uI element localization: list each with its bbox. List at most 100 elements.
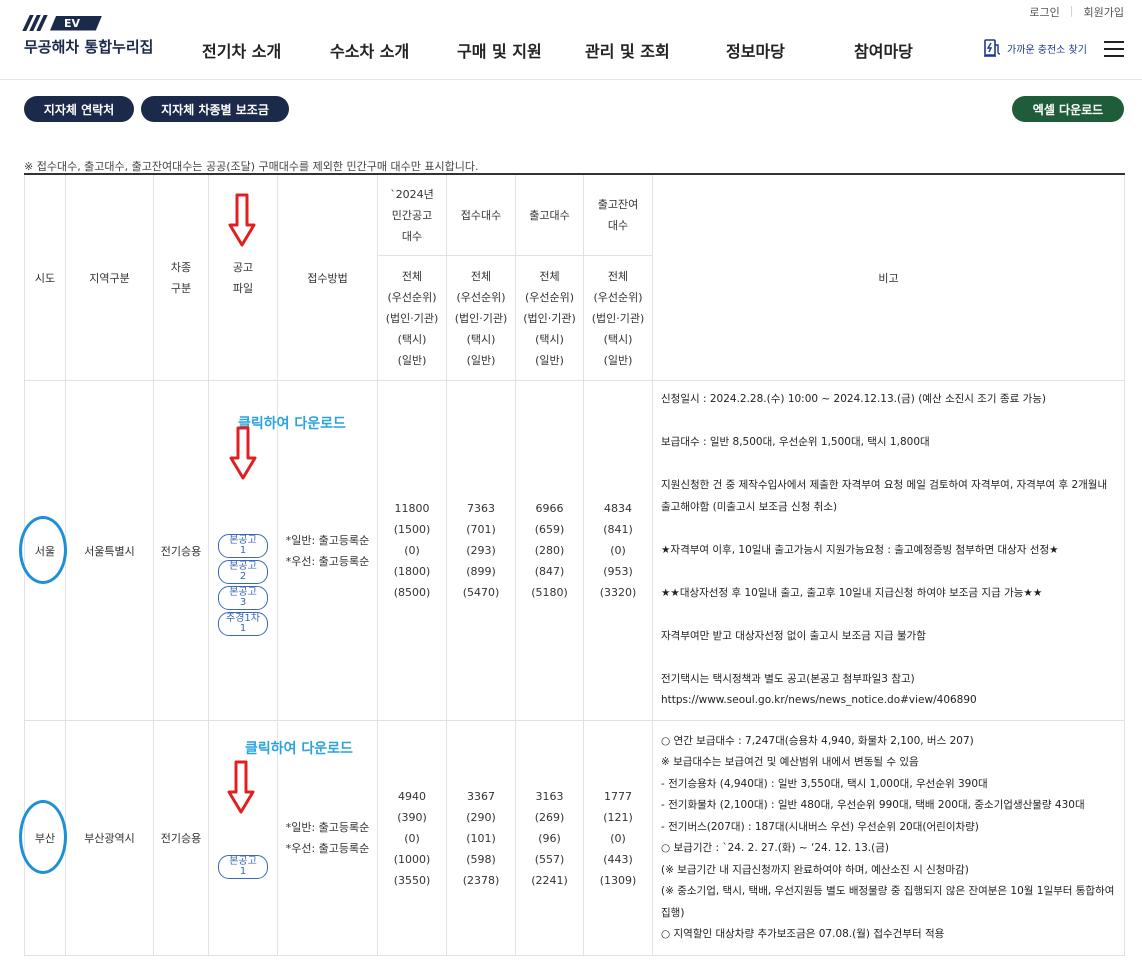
subheader-line: (일반) [397,353,427,367]
notice-file-link[interactable]: 본공고 3 [218,585,268,610]
red-arrow-down-icon [228,193,256,247]
subheader-line: 전체 [401,269,423,283]
subheader-breakdown: 전체 (우선순위) (법인·기관) (택시) (일반) [446,255,516,381]
subheader-line: (일반) [466,353,496,367]
remark-line: (※ 보급기간 내 지급신청까지 완료하여야 하며, 예산소진 시 신청마감) [661,863,969,876]
cell-region: 서울특별시 [65,380,154,721]
remark-line: ★자격부여 이후, 10일내 출고가능시 지원가능요청 : 출고예정증빙 첨부하… [661,543,1059,556]
remark-line: 지원신청한 건 중 제작수입사에서 제출한 자격부여 요청 메일 검토하여 자격… [661,479,1108,492]
notice-file-link[interactable]: 본공고 1 [218,533,268,558]
remark-line: ○ 연간 보급대수 : 7,247대(승용차 4,940, 화물차 2,100,… [661,734,974,747]
subheader-line: (법인·기관) [523,311,576,325]
header-sido: 시도 [24,173,66,381]
subheader-line: (택시) [535,332,564,346]
nav-hydrogen-intro[interactable]: 수소차 소개 [330,38,409,62]
excel-download-button[interactable]: 엑셀 다운로드 [1012,96,1124,122]
subsidy-by-car-button[interactable]: 지자체 차종별 보조금 [141,96,289,122]
cell-released: 6966 (659) (280) (847) (5180) [515,380,584,721]
remark-line: 신청일시 : 2024.2.28.(수) 10:00 ~ 2024.12.13.… [661,393,1047,406]
subsidy-table: 시도 지역구분 차종 구분 공고 파일 접수방법 `2024년 민간공고 대수 접수대수… [24,173,1125,956]
cell-received: 7363 (701) (293) (899) (5470) [446,380,516,721]
subheader-line: (법인·기관) [454,311,508,325]
header-announce: `2024년 민간공고 대수 [377,173,447,256]
divider: | [1069,4,1074,17]
remark-line [661,518,1116,540]
subheader-line: (일반) [535,353,564,367]
subheader-breakdown: 전체 (우선순위) (법인·기관) (택시) (일반) [377,255,447,381]
charging-station-icon [984,39,1001,57]
remark-line: 자격부여만 받고 대상자선정 없이 출고시 보조금 지급 불가함 [661,629,926,642]
cell-region: 부산광역시 [65,720,154,956]
highlight-circle [19,800,67,874]
remark-line: https://www.seoul.go.kr/news/news_notice… [661,694,977,707]
subheader-line: (우선순위) [456,290,506,304]
table-row: 서울 서울특별시 전기승용 본공고 1 본공고 2 본공고 3 추경1차 1 *일반: … [24,380,1125,721]
login-link[interactable]: 로그인 [1029,4,1059,20]
notice-file-link[interactable]: 본공고 2 [218,559,268,584]
contact-button[interactable]: 지자체 연락처 [24,96,134,122]
subheader-line: (우선순위) [387,290,437,304]
site-logo[interactable]: EV 무공해차 통합누리집 [22,14,154,57]
utility-links: 로그인 | 회원가입 [1029,4,1124,20]
cell-remarks: 신청일시 : 2024.2.28.(수) 10:00 ~ 2024.12.13.… [652,380,1125,721]
remark-line: 집행) [661,906,685,919]
cell-car-type: 전기승용 [153,720,209,956]
remark-line [661,561,1116,583]
cell-announce: 4940 (390) (0) (1000) (3550) [377,720,447,956]
remark-line: - 전기화물차 (2,100대) : 일반 480대, 우선순위 990대, 택… [661,799,1085,811]
nav-participate[interactable]: 참여마당 [854,38,913,62]
remark-line: ★★대상자선정 후 10일내 출고, 출고후 10일내 지급신청 하여야 보조금… [661,586,1043,599]
menu-icon[interactable] [1104,41,1124,57]
remark-line: 출고해야함 (미출고시 보조금 신청 취소) [661,500,838,513]
subheader-line: (법인·기관) [591,311,645,325]
subheader-line: 전체 [470,269,492,283]
cell-remaining: 1777 (121) (0) (443) (1309) [583,720,653,956]
download-hint: 클릭하여 다운로드 [245,741,353,757]
subheader-line: 전체 [539,269,560,283]
nav-manage-lookup[interactable]: 관리 및 조회 [585,38,670,62]
remark-line: ※ 보급대수는 보급여건 및 예산범위 내에서 변동될 수 있음 [661,756,919,768]
remark-line: - 전기승용차 (4,940대) : 일반 3,550대, 택시 1,000대,… [661,777,988,790]
header-car-type: 차종 구분 [153,173,209,381]
red-arrow-down-icon [229,426,257,480]
subheader-line: (택시) [397,332,427,346]
header-received: 접수대수 [446,173,516,256]
signup-link[interactable]: 회원가입 [1084,4,1124,20]
ev-badge: EV [22,14,153,32]
header-remaining: 출고잔여 대수 [583,173,653,256]
subheader-line: (우선순위) [524,290,575,304]
cell-released: 3163 (269) (96) (557) (2241) [515,720,584,956]
remark-line [661,604,1116,626]
header-method: 접수방법 [277,173,378,381]
charger-label: 가까운 충전소 찾기 [1007,44,1087,56]
cell-announce: 11800 (1500) (0) (1800) (8500) [377,380,447,721]
table-row: 부산 부산광역시 전기승용 본공고 1 *일반: 출고등록순 *우선: 출고등록순 … [24,720,1125,956]
notice-file-link[interactable]: 본공고 1 [218,855,268,879]
remark-line: ○ 보급기간 : `24. 2. 27.(화) ~ ‘24. 12. 13.(금… [661,842,889,854]
ev-label: EV [50,15,103,31]
nav-info[interactable]: 정보마당 [726,38,785,62]
remark-line [661,647,1116,669]
subheader-line: (일반) [603,353,633,367]
cell-received: 3367 (290) (101) (598) (2378) [446,720,516,956]
cell-remaining: 4834 (841) (0) (953) (3320) [583,380,653,721]
header-remarks: 비고 [652,173,1125,381]
nav-purchase-support[interactable]: 구매 및 지원 [457,38,542,62]
header-divider [0,79,1142,80]
header-region: 지역구분 [65,173,154,381]
remark-line [661,411,1116,433]
cell-remarks: ○ 연간 보급대수 : 7,247대(승용차 4,940, 화물차 2,100,… [652,720,1125,956]
nav-ev-intro[interactable]: 전기차 소개 [202,38,281,62]
subheader-line: (택시) [466,332,496,346]
subheader-line: (우선순위) [593,290,643,304]
subheader-line: 전체 [607,269,629,283]
remark-line [661,454,1116,476]
highlight-circle [19,516,67,584]
cell-car-type: 전기승용 [153,380,209,721]
site-title: 무공해차 통합누리집 [24,38,154,56]
charger-finder-link[interactable]: 가까운 충전소 찾기 [983,38,1087,58]
subheader-line: (택시) [603,332,633,346]
remark-line: ○ 지역할인 대상차량 추가보조금은 07.08.(월) 접수건부터 적용 [661,928,945,940]
notice-file-link[interactable]: 추경1차 1 [218,611,268,636]
logo-slashes-icon [22,15,50,31]
